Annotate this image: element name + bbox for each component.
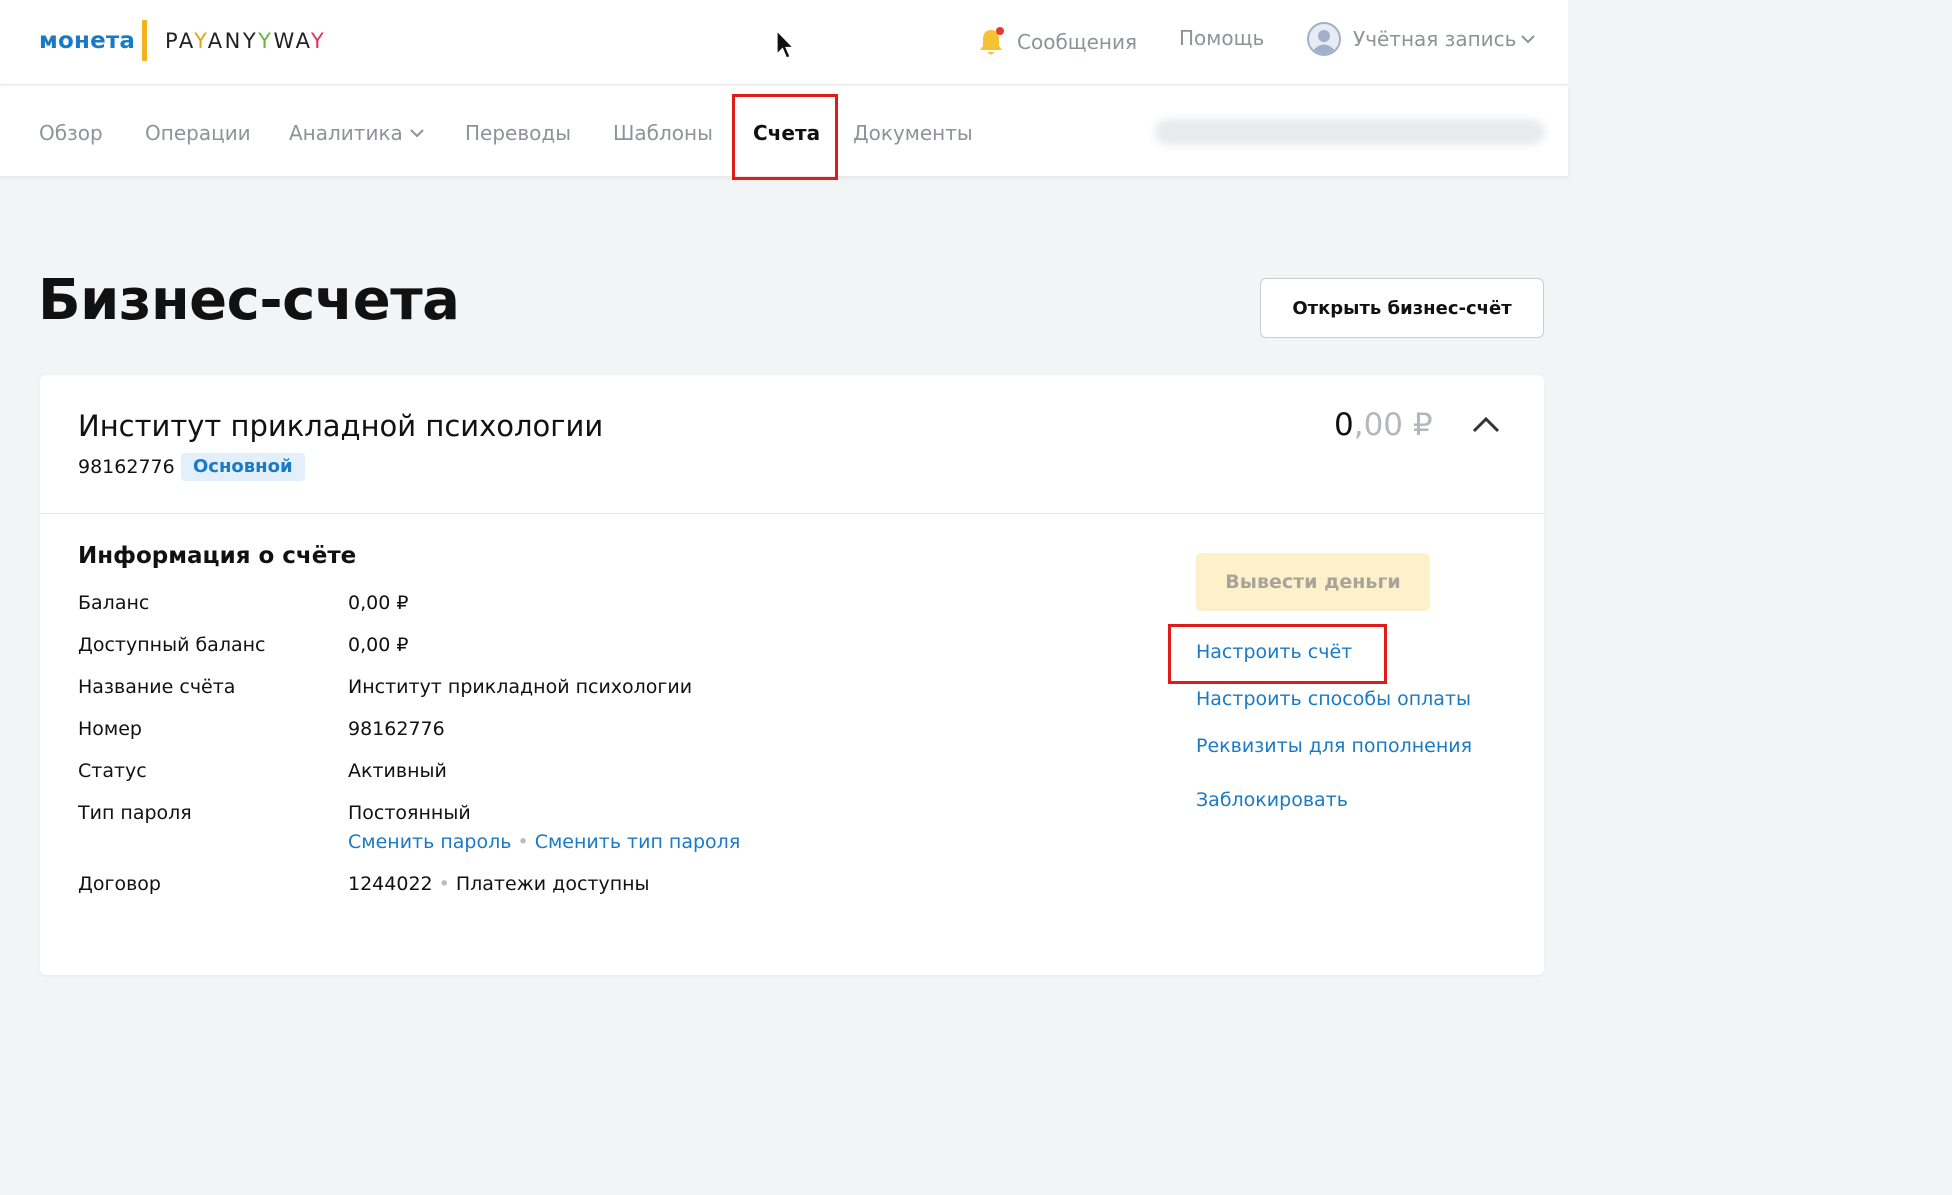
info-label-status: Статус: [78, 760, 147, 782]
highlight-box-configure-account: [1168, 624, 1387, 684]
nav-item-analytics[interactable]: Аналитика: [289, 121, 425, 145]
nav-item-label: Шаблоны: [613, 121, 713, 145]
nav-item-label: Аналитика: [289, 121, 403, 145]
mouse-cursor-icon: [776, 30, 795, 59]
chevron-down-icon: [1521, 35, 1536, 44]
payanyway-logo[interactable]: PAYANYYWAY: [165, 29, 326, 53]
contract-number: 1244022: [348, 873, 433, 895]
logo-separator: [142, 20, 147, 61]
info-value-status: Активный: [348, 760, 447, 782]
account-label: Учётная запись: [1353, 27, 1517, 51]
top-bar: монета PAYANYYWAY Сообщения Помощь Учётн…: [0, 0, 1568, 85]
nav-item-label: Переводы: [465, 121, 571, 145]
nav-item-operations[interactable]: Операции: [145, 121, 251, 145]
help-label: Помощь: [1179, 26, 1265, 50]
nav-item-transfers[interactable]: Переводы: [465, 121, 571, 145]
main-account-badge: Основной: [181, 453, 305, 481]
configure-payment-methods-link[interactable]: Настроить способы оплаты: [1196, 688, 1471, 710]
account-menu[interactable]: Учётная запись: [1307, 22, 1536, 56]
bell-icon: [980, 27, 1004, 55]
change-password-link[interactable]: Сменить пароль: [348, 831, 511, 853]
user-avatar-icon: [1307, 22, 1341, 56]
balance-decimal: ,00 ₽: [1353, 407, 1433, 443]
change-password-type-link[interactable]: Сменить тип пароля: [535, 831, 741, 853]
info-value-contract: 1244022 • Платежи доступны: [348, 873, 650, 895]
page-title: Бизнес-счета: [38, 268, 460, 333]
block-account-link[interactable]: Заблокировать: [1196, 789, 1348, 811]
info-value-password-type: Постоянный: [348, 802, 471, 824]
info-label-account-name: Название счёта: [78, 676, 236, 698]
help-link[interactable]: Помощь: [1179, 26, 1264, 50]
separator-dot: •: [438, 873, 450, 895]
info-value-account-name: Институт прикладной психологии: [348, 676, 693, 698]
nav-item-label: Документы: [853, 121, 973, 145]
collapse-chevron-up-icon[interactable]: [1470, 413, 1502, 435]
account-number: 98162776: [78, 456, 175, 478]
account-balance: 0,00 ₽: [1334, 407, 1433, 443]
info-label-balance: Баланс: [78, 592, 150, 614]
nav-item-label: Операции: [145, 121, 251, 145]
info-label-number: Номер: [78, 718, 142, 740]
nav-item-overview[interactable]: Обзор: [39, 121, 103, 145]
moneta-logo[interactable]: монета: [39, 28, 135, 54]
balance-integer: 0: [1334, 407, 1354, 443]
chevron-down-icon: [410, 129, 424, 138]
account-info-title: Информация о счёте: [78, 543, 357, 569]
info-label-password-type: Тип пароля: [78, 802, 192, 824]
info-label-available-balance: Доступный баланс: [78, 634, 266, 656]
separator-dot: •: [517, 831, 529, 853]
nav-item-templates[interactable]: Шаблоны: [613, 121, 713, 145]
password-links: Сменить пароль • Сменить тип пароля: [348, 831, 740, 853]
nav-item-documents[interactable]: Документы: [853, 121, 973, 145]
info-value-balance: 0,00 ₽: [348, 592, 409, 614]
organization-selector-blurred[interactable]: [1155, 119, 1545, 145]
nav-item-label: Обзор: [39, 121, 103, 145]
info-label-contract: Договор: [78, 873, 161, 895]
card-divider: [40, 513, 1544, 514]
highlight-box-accounts-tab: [732, 94, 838, 180]
contract-status: Платежи доступны: [455, 873, 650, 895]
messages-link[interactable]: Сообщения: [977, 26, 1137, 58]
messages-label: Сообщения: [1017, 30, 1138, 54]
top-up-details-link[interactable]: Реквизиты для пополнения: [1196, 735, 1472, 757]
open-business-account-button[interactable]: Открыть бизнес-счёт: [1260, 278, 1544, 338]
info-value-available-balance: 0,00 ₽: [348, 634, 409, 656]
withdraw-money-button[interactable]: Вывести деньги: [1196, 553, 1430, 611]
info-value-number: 98162776: [348, 718, 445, 740]
account-name: Институт прикладной психологии: [78, 409, 604, 443]
